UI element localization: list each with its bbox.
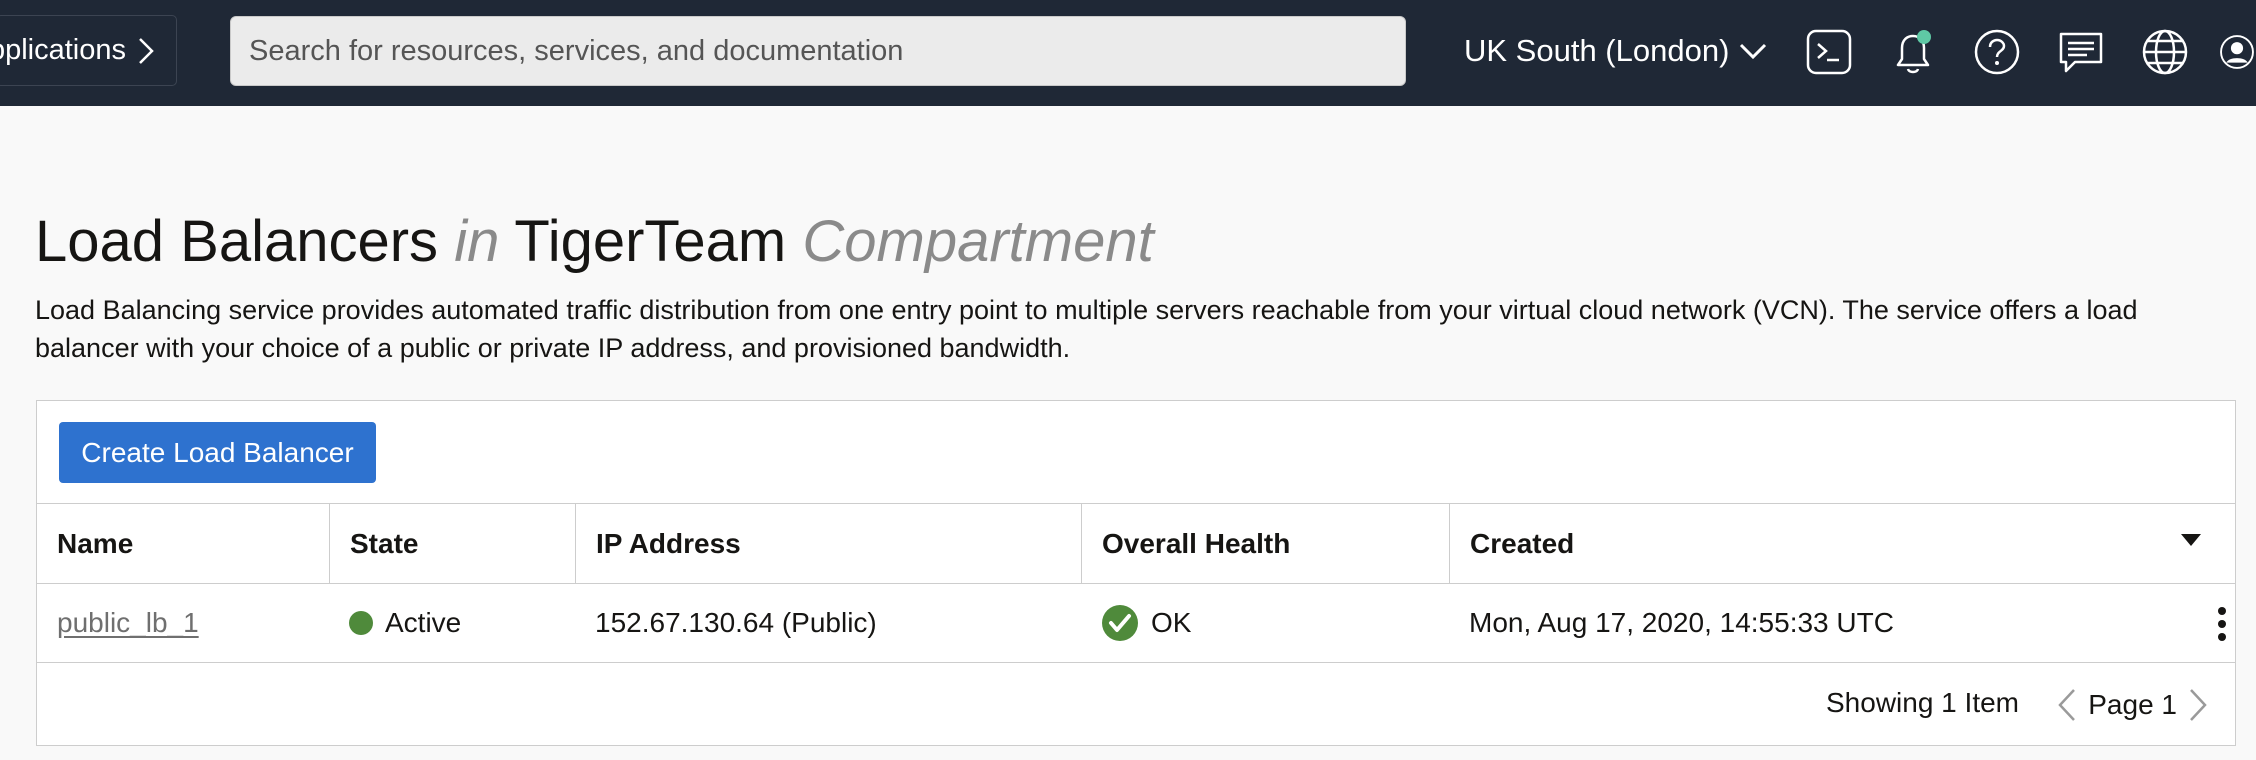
- chat-icon[interactable]: [2053, 24, 2109, 80]
- cloud-shell-icon[interactable]: [1801, 24, 1857, 80]
- column-header-overall-health[interactable]: Overall Health: [1081, 504, 1449, 583]
- applications-label: Applications: [0, 34, 126, 66]
- language-icon[interactable]: [2137, 24, 2193, 80]
- region-selector[interactable]: UK South (London): [1464, 18, 1767, 84]
- column-header-created[interactable]: Created: [1449, 504, 2237, 583]
- column-header-state[interactable]: State: [329, 504, 575, 583]
- status-active-icon: [349, 611, 373, 635]
- create-load-balancer-button[interactable]: Create Load Balancer: [59, 422, 376, 483]
- title-compartment-name: TigerTeam: [514, 209, 787, 274]
- page-description: Load Balancing service provides automate…: [35, 295, 2138, 363]
- row-actions-kebab-icon[interactable]: [2217, 606, 2227, 642]
- check-circle-icon: [1101, 604, 1139, 642]
- item-count: Showing 1 Item: [1826, 687, 2019, 718]
- title-resource: Load Balancers: [35, 209, 439, 274]
- table-row: public_lb_1 Active 152.67.130.64 (Public…: [37, 583, 2235, 663]
- applications-menu-button[interactable]: Applications: [0, 15, 177, 86]
- table-footer: Showing 1 Item Page 1: [37, 665, 2235, 745]
- column-header-created-label: Created: [1470, 527, 1575, 559]
- column-header-name[interactable]: Name: [37, 504, 329, 583]
- cell-created: Mon, Aug 17, 2020, 14:55:33 UTC: [1449, 584, 2237, 662]
- title-compartment-word: Compartment: [802, 209, 1154, 274]
- pagination: Page 1: [2046, 683, 2219, 727]
- page-number: Page 1: [2088, 689, 2177, 720]
- column-header-ip-address[interactable]: IP Address: [575, 504, 1081, 583]
- region-label: UK South (London): [1464, 33, 1730, 68]
- chevron-right-icon: [138, 37, 154, 65]
- cell-ip-address: 152.67.130.64 (Public): [595, 607, 877, 638]
- previous-page-icon[interactable]: [2058, 688, 2076, 722]
- table-header: Name State IP Address Overall Health Cre…: [37, 503, 2235, 583]
- search-input[interactable]: [230, 16, 1406, 86]
- load-balancers-panel: Create Load Balancer Name State IP Addre…: [36, 400, 2236, 746]
- notifications-icon[interactable]: [1885, 24, 1941, 80]
- page-title: Load Balancers in TigerTeam Compartment: [35, 208, 1154, 276]
- state-label: Active: [385, 607, 462, 638]
- notification-dot: [1917, 30, 1931, 44]
- cell-state: Active: [329, 584, 575, 662]
- cell-overall-health: OK: [1081, 584, 1449, 662]
- chevron-down-icon: [1739, 42, 1767, 60]
- cell-name: public_lb_1: [37, 584, 329, 662]
- next-page-icon[interactable]: [2189, 688, 2207, 722]
- help-icon[interactable]: [1969, 24, 2025, 80]
- top-navigation-bar: Applications UK South (London): [0, 0, 2256, 106]
- health-label: OK: [1151, 607, 1192, 638]
- load-balancer-name-link[interactable]: public_lb_1: [57, 607, 199, 639]
- created-timestamp: Mon, Aug 17, 2020, 14:55:33 UTC: [1469, 607, 1894, 638]
- profile-icon[interactable]: [2218, 24, 2256, 80]
- sort-descending-icon[interactable]: [2181, 534, 2201, 548]
- title-in: in: [454, 209, 500, 274]
